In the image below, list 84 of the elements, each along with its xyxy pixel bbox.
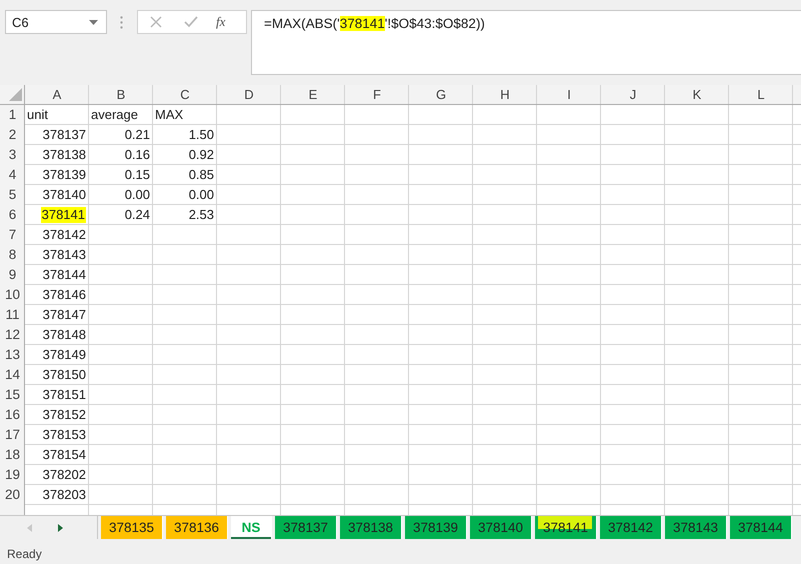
column-header[interactable]: E	[281, 85, 345, 105]
column-header[interactable]: H	[473, 85, 537, 105]
row-header[interactable]: 8	[0, 245, 25, 265]
table-cell: 378203	[42, 486, 86, 502]
sheet-tab[interactable]: 378142	[600, 516, 662, 539]
table-cell: 0.15	[124, 166, 150, 182]
sheet-tab[interactable]: 378138	[340, 516, 402, 539]
row-header[interactable]: 15	[0, 385, 25, 405]
vertical-ellipsis-icon	[120, 16, 123, 29]
table-cell: 378144	[42, 266, 86, 282]
table-cell: 0.00	[188, 186, 214, 202]
table-cell: unit	[27, 106, 48, 122]
table-cell: 378202	[42, 466, 86, 482]
formula-field[interactable]: =MAX(ABS('378141'!$O$43:$O$82))	[251, 10, 801, 75]
sheet-tab[interactable]: 378143	[665, 516, 727, 539]
table-cell: 378151	[42, 386, 86, 402]
row-header[interactable]: 13	[0, 345, 25, 365]
table-cell: 378148	[42, 326, 86, 342]
sheet-tab[interactable]: 378137	[275, 516, 337, 539]
row-header[interactable]: 6	[0, 205, 25, 225]
row-header[interactable]: 16	[0, 405, 25, 425]
sheet-tab[interactable]: 378139	[405, 516, 467, 539]
table-cell: 378152	[42, 406, 86, 422]
row-header[interactable]: 17	[0, 425, 25, 445]
row-header[interactable]: 7	[0, 225, 25, 245]
table-cell: average	[91, 106, 138, 122]
row-header[interactable]: 4	[0, 165, 25, 185]
table-cell: 0.16	[124, 146, 150, 162]
table-cell: 378139	[42, 166, 86, 182]
scroll-right-icon[interactable]	[58, 524, 63, 532]
row-header[interactable]: 9	[0, 265, 25, 285]
row-header[interactable]: 2	[0, 125, 25, 145]
table-cell: 0.85	[188, 166, 214, 182]
row-header[interactable]: 10	[0, 285, 25, 305]
table-cell: 378146	[42, 286, 86, 302]
scroll-left-icon[interactable]	[27, 524, 32, 532]
row-header[interactable]: 3	[0, 145, 25, 165]
column-header[interactable]: I	[537, 85, 601, 105]
column-header[interactable]: L	[729, 85, 793, 105]
table-cell: 0.21	[124, 126, 150, 142]
name-box[interactable]: C6	[5, 10, 107, 34]
table-cell: 378154	[42, 446, 86, 462]
column-header[interactable]: F	[345, 85, 409, 105]
table-cell: 378138	[42, 146, 86, 162]
insert-function-button[interactable]: fx	[214, 14, 228, 30]
row-header[interactable]: 20	[0, 485, 25, 505]
table-cell: 378137	[42, 126, 86, 142]
column-header[interactable]: B	[89, 85, 153, 105]
checkmark-icon[interactable]	[184, 16, 198, 28]
row-header[interactable]: 1	[0, 105, 25, 125]
table-cell: 378149	[42, 346, 86, 362]
dropdown-caret-icon[interactable]	[89, 20, 98, 24]
row-header[interactable]: 14	[0, 365, 25, 385]
column-header[interactable]: K	[665, 85, 729, 105]
table-cell: 378147	[42, 306, 86, 322]
sheet-tab[interactable]: 378135	[101, 516, 163, 539]
row-header[interactable]: 18	[0, 445, 25, 465]
select-all-icon[interactable]	[9, 88, 22, 101]
column-header[interactable]: D	[217, 85, 281, 105]
column-header[interactable]: C	[153, 85, 217, 105]
table-cell: 378150	[42, 366, 86, 382]
table-cell: 0.24	[124, 206, 150, 222]
table-cell: 378143	[42, 246, 86, 262]
cancel-icon[interactable]	[150, 16, 162, 28]
status-text: Ready	[7, 546, 42, 560]
row-header[interactable]: 11	[0, 305, 25, 325]
table-cell: 378153	[42, 426, 86, 442]
table-cell: 2.53	[188, 206, 214, 222]
sheet-tab[interactable]: 378140	[470, 516, 532, 539]
row-header[interactable]: 12	[0, 325, 25, 345]
table-cell: 0.92	[188, 146, 214, 162]
row-header[interactable]: 5	[0, 185, 25, 205]
table-cell: 0.00	[124, 186, 150, 202]
column-header[interactable]: A	[25, 85, 89, 105]
sheet-tab[interactable]: 378136	[166, 516, 228, 539]
table-cell: 378142	[42, 226, 86, 242]
column-header[interactable]: J	[601, 85, 665, 105]
column-header[interactable]: G	[409, 85, 473, 105]
table-cell: 1.50	[188, 126, 214, 142]
table-cell: MAX	[155, 106, 184, 122]
sheet-tab[interactable]: 378144	[730, 516, 792, 539]
table-cell: 378141	[40, 206, 86, 222]
table-cell: 378140	[42, 186, 86, 202]
row-header[interactable]: 19	[0, 465, 25, 485]
